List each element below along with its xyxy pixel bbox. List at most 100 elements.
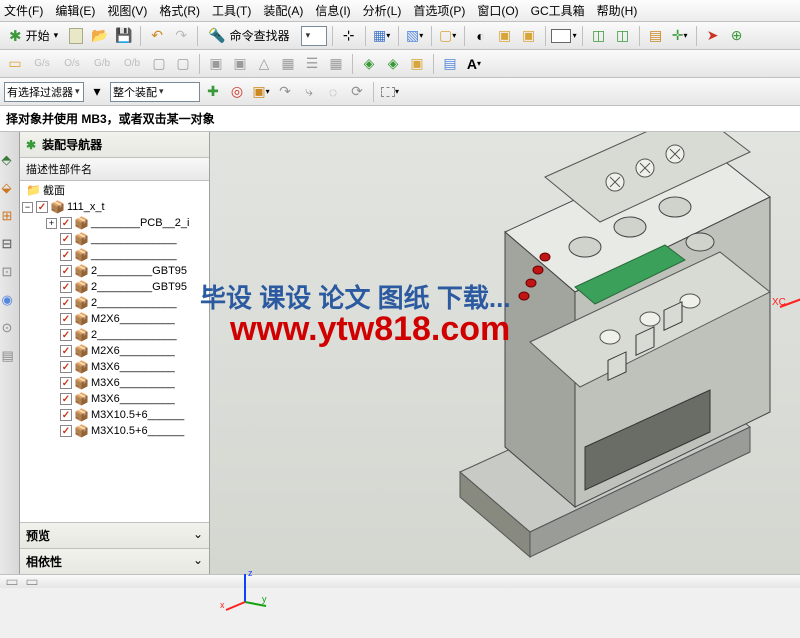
rect-swatch[interactable] (551, 29, 571, 43)
viewport-3d[interactable]: ZC XC YC z x y (210, 132, 800, 574)
sec-ob1[interactable]: O/b (118, 53, 146, 75)
tree-component-row[interactable]: ✓📦2_________GBT95 (20, 263, 209, 279)
sec-yellow[interactable]: ▣ (406, 53, 428, 75)
sec-grey1[interactable]: ▢ (148, 53, 170, 75)
filter-btn-2[interactable]: ◎ (226, 81, 248, 103)
filter-selector-2[interactable]: 整个装配▾ (110, 82, 200, 102)
menu-assembly[interactable]: 装配(A) (263, 2, 303, 19)
command-finder-button[interactable]: 🔦 命令查找器 (203, 25, 298, 47)
tab-layers[interactable]: ▤ (2, 348, 18, 364)
tree-component-row[interactable]: ✓📦M3X6_________ (20, 391, 209, 407)
tab-reuse[interactable]: ⊟ (2, 236, 18, 252)
menu-tools[interactable]: 工具(T) (212, 2, 251, 19)
menu-format[interactable]: 格式(R) (159, 2, 200, 19)
tab-other1[interactable]: ⊡ (2, 264, 18, 280)
tree-sections-node[interactable]: 📁 截面 (20, 181, 209, 199)
tree-component-row[interactable]: ✓📦2_________GBT95 (20, 279, 209, 295)
filter-btn-3[interactable]: ▣▾ (250, 81, 272, 103)
tree-component-row[interactable]: ✓📦______________ (20, 247, 209, 263)
menu-window[interactable]: 窗口(O) (477, 2, 518, 19)
filter-btn-4[interactable]: ↷ (274, 81, 296, 103)
tree-component-row[interactable]: ✓📦M3X6_________ (20, 375, 209, 391)
dim2-button[interactable]: ◫ (612, 25, 634, 47)
tab-other2[interactable]: ◉ (2, 292, 18, 308)
checkbox-icon[interactable]: ✓ (60, 265, 72, 277)
checkbox-icon[interactable]: ✓ (60, 233, 72, 245)
sec-green2[interactable]: ◈ (382, 53, 404, 75)
sec-btn-1[interactable]: ▭ (4, 53, 26, 75)
checkbox-icon[interactable]: ✓ (60, 329, 72, 341)
start-button[interactable]: ✱ 开始 ▾ (4, 25, 63, 47)
tree-component-row[interactable]: ✓📦M3X6_________ (20, 359, 209, 375)
checkbox-icon[interactable]: ✓ (60, 393, 72, 405)
grid-button[interactable]: ▦▾ (371, 25, 393, 47)
tab-constraint[interactable]: ⊞ (2, 208, 18, 224)
dependency-section[interactable]: 相依性 ⌄ (20, 548, 209, 574)
column-header[interactable]: 描述性部件名 (20, 158, 209, 181)
tree-component-row[interactable]: ✓📦M2X6_________ (20, 343, 209, 359)
tab-history[interactable]: ⊙ (2, 320, 18, 336)
tab-assembly-nav[interactable]: ⬘ (2, 152, 18, 168)
save-button[interactable]: 💾 (113, 25, 135, 47)
checkbox-icon[interactable]: ✓ (60, 425, 72, 437)
checkbox-icon[interactable]: ✓ (60, 297, 72, 309)
sec-green1[interactable]: ◈ (358, 53, 380, 75)
tree-component-row[interactable]: ✓📦M3X10.5+6______ (20, 423, 209, 439)
sec-gb1[interactable]: G/b (88, 53, 116, 75)
filter-btn-5[interactable]: ⤷ (298, 81, 320, 103)
filter-selector-1[interactable]: 有选择过滤器▾ (4, 82, 84, 102)
tree-root-node[interactable]: − ✓ 📦 111_x_t (20, 199, 209, 215)
tree-component-row[interactable]: ✓📦M3X10.5+6______ (20, 407, 209, 423)
tree-component-row[interactable]: ✓📦______________ (20, 231, 209, 247)
menu-help[interactable]: 帮助(H) (597, 2, 638, 19)
sec-grey4[interactable]: ▣ (229, 53, 251, 75)
sec-grid2[interactable]: ▦ (325, 53, 347, 75)
checkbox-icon[interactable]: ✓ (60, 345, 72, 357)
stack-button[interactable]: ▤ (645, 25, 667, 47)
checkbox-icon[interactable]: ✓ (60, 313, 72, 325)
filter-rect[interactable]: ▾ (379, 81, 401, 103)
status-btn-2[interactable]: ▭ (24, 576, 40, 588)
tool-x-button[interactable]: ⊕ (726, 25, 748, 47)
sec-gs1[interactable]: G/s (28, 53, 56, 75)
checkbox-icon[interactable]: ✓ (60, 409, 72, 421)
menu-view[interactable]: 视图(V) (107, 2, 147, 19)
sec-grey3[interactable]: ▣ (205, 53, 227, 75)
checkbox-icon[interactable]: ✓ (36, 201, 48, 213)
sec-tri[interactable]: △ (253, 53, 275, 75)
cube1-button[interactable]: ▣ (494, 25, 516, 47)
tab-part-nav[interactable]: ⬙ (2, 180, 18, 196)
checkbox-icon[interactable]: ✓ (60, 217, 72, 229)
redo-button[interactable]: ↷ (170, 25, 192, 47)
tree-component-row[interactable]: ✓📦2_____________ (20, 327, 209, 343)
filter-btn-6[interactable]: ◌ (322, 81, 344, 103)
filter-pin[interactable]: ▾ (86, 81, 108, 103)
checkbox-icon[interactable]: ✓ (60, 249, 72, 261)
tree-component-row[interactable]: ✓📦M2X6_________ (20, 311, 209, 327)
menu-file[interactable]: 文件(F) (4, 2, 43, 19)
sphere-button[interactable]: ◐ (470, 25, 492, 47)
new-button[interactable] (65, 25, 87, 47)
undo-button[interactable]: ↶ (146, 25, 168, 47)
cube2-button[interactable]: ▣ (518, 25, 540, 47)
menu-edit[interactable]: 编辑(E) (55, 2, 95, 19)
dim1-button[interactable]: ◫ (588, 25, 610, 47)
layer-button[interactable]: ▧▾ (404, 25, 426, 47)
checkbox-icon[interactable]: ✓ (60, 361, 72, 373)
status-btn-1[interactable]: ▭ (4, 576, 20, 588)
filter-btn-7[interactable]: ⟳ (346, 81, 368, 103)
sec-os1[interactable]: O/s (58, 53, 86, 75)
menu-analysis[interactable]: 分析(L) (363, 2, 402, 19)
cmd-finder-dropdown[interactable]: ▾ (301, 26, 327, 46)
checkbox-icon[interactable]: ✓ (60, 377, 72, 389)
preview-section[interactable]: 预览 ⌄ (20, 522, 209, 548)
sec-a-button[interactable]: A▾ (463, 53, 485, 75)
tree-component-row[interactable]: ✓📦2_____________ (20, 295, 209, 311)
arrow-button[interactable]: ➤ (702, 25, 724, 47)
sec-grey2[interactable]: ▢ (172, 53, 194, 75)
menu-gctoolbox[interactable]: GC工具箱 (531, 2, 585, 19)
open-button[interactable]: 📂 (89, 25, 111, 47)
tree-collapse-icon[interactable]: − (22, 202, 33, 213)
sec-list[interactable]: ☰ (301, 53, 323, 75)
tree-component-row[interactable]: +✓📦________PCB__2_i (20, 215, 209, 231)
